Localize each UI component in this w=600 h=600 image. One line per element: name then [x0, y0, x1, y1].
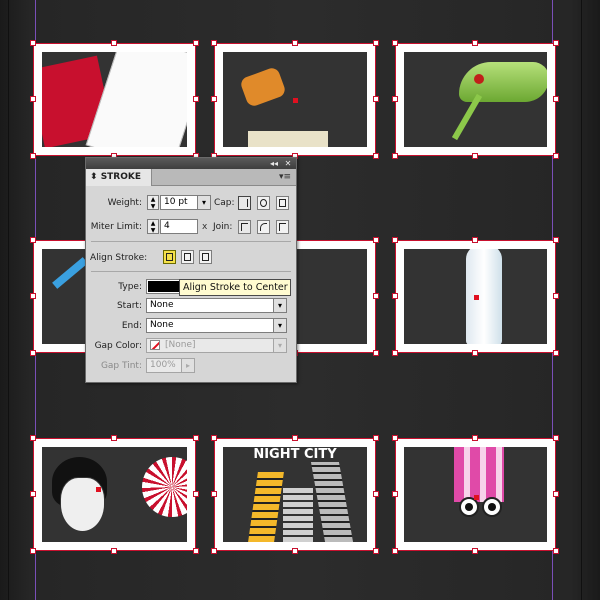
panel-titlebar[interactable]: ◂◂ ✕ [86, 158, 296, 169]
night-city-image: NIGHT CITY [223, 447, 367, 542]
miter-limit-stepper[interactable]: ▲ ▼ [147, 219, 159, 234]
weight-dropdown-icon[interactable]: ▾ [197, 195, 211, 210]
frame-bottle[interactable] [392, 237, 559, 356]
miter-limit-label: Miter Limit: [90, 222, 142, 232]
collapse-panel-icon[interactable]: ◂◂ [268, 158, 280, 169]
frame-night-city[interactable]: NIGHT CITY [211, 435, 379, 554]
projecting-cap-button[interactable] [276, 196, 289, 210]
cap-label: Cap: [214, 198, 235, 208]
weight-input[interactable]: 10 pt [160, 195, 198, 210]
round-cap-button[interactable] [257, 196, 270, 210]
align-stroke-tooltip: Align Stroke to Center [179, 279, 291, 296]
align-inside-button[interactable] [181, 250, 194, 264]
frame-eyes[interactable] [392, 435, 559, 554]
frame-grasshopper[interactable] [392, 40, 559, 159]
frame-cards[interactable] [30, 40, 199, 159]
bevel-join-button[interactable] [276, 220, 289, 234]
gap-tint-arrow-icon[interactable]: ▸ [181, 358, 195, 373]
miter-unit-label: x [202, 222, 208, 232]
align-outside-button[interactable] [199, 250, 212, 264]
butt-cap-button[interactable] [238, 196, 251, 210]
gap-color-dropdown-icon[interactable]: ▾ [273, 338, 287, 353]
start-label: Start: [116, 301, 142, 311]
man-face-image [42, 447, 187, 542]
end-label: End: [121, 321, 142, 331]
none-swatch-icon [150, 340, 160, 350]
miter-limit-input[interactable]: 4 [160, 219, 198, 234]
night-city-caption: NIGHT CITY [253, 447, 337, 462]
align-center-button[interactable] [163, 250, 176, 264]
frame-gloves[interactable] [211, 40, 379, 159]
round-join-button[interactable] [257, 220, 270, 234]
type-label: Type: [118, 282, 142, 292]
panel-tabbar: ⬍ STROKE ▾≡ [86, 169, 296, 186]
join-label: Join: [213, 222, 233, 232]
start-dropdown-icon[interactable]: ▾ [273, 298, 287, 313]
weight-label: Weight: [107, 198, 142, 208]
tab-stroke[interactable]: ⬍ STROKE [86, 169, 152, 186]
align-stroke-label: Align Stroke: [90, 253, 148, 263]
end-select[interactable]: None [146, 318, 274, 333]
miter-join-button[interactable] [238, 220, 251, 234]
frame-man[interactable] [30, 435, 199, 554]
gap-color-select[interactable]: [None] [146, 338, 274, 353]
tab-stroke-label: STROKE [100, 172, 142, 182]
page-edge-left [8, 0, 9, 600]
grasshopper-image [404, 52, 547, 147]
gap-color-label: Gap Color: [94, 341, 142, 351]
page-edge-right [581, 0, 582, 600]
gap-tint-label: Gap Tint: [100, 361, 142, 371]
start-select[interactable]: None [146, 298, 274, 313]
panel-menu-icon[interactable]: ▾≡ [278, 172, 292, 183]
end-dropdown-icon[interactable]: ▾ [273, 318, 287, 333]
close-panel-icon[interactable]: ✕ [282, 158, 294, 169]
panel-divider [91, 241, 291, 242]
panel-divider-2 [91, 271, 291, 272]
weight-stepper[interactable]: ▲ ▼ [147, 195, 159, 210]
gap-tint-input[interactable]: 100% [146, 358, 182, 373]
playing-cards-image [42, 52, 187, 147]
